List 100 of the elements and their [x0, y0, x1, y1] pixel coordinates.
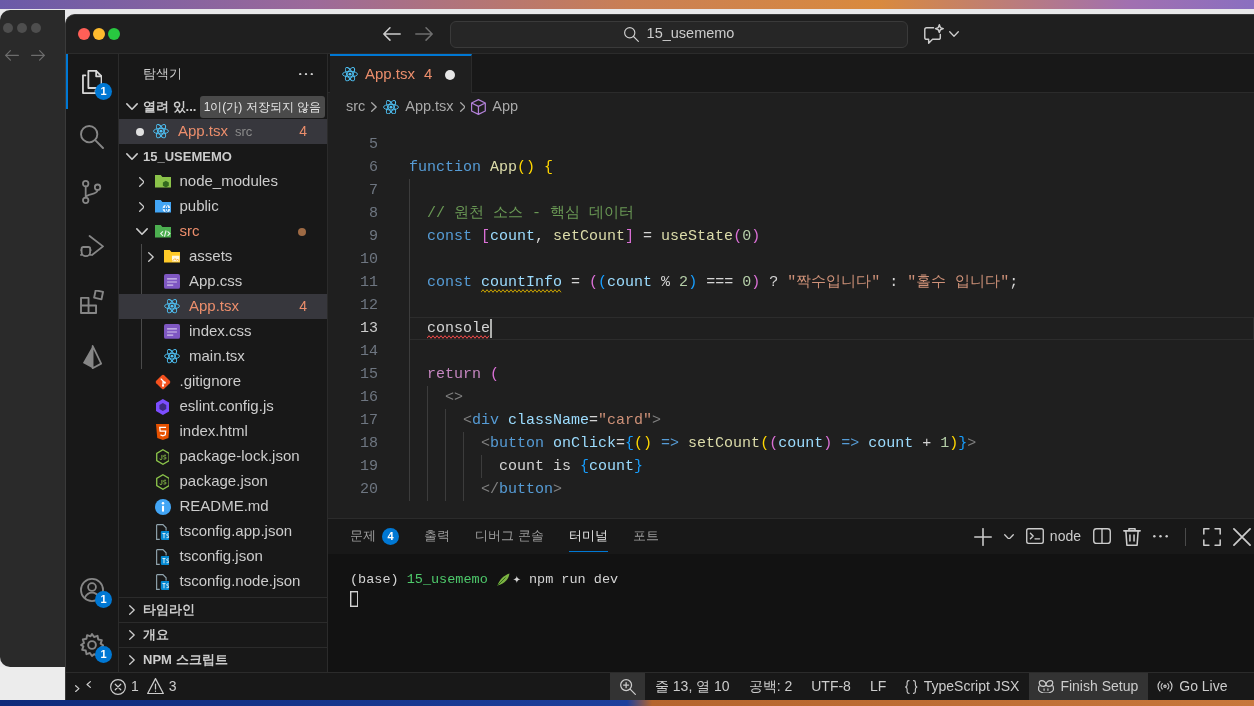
open-editor-item[interactable]: App.tsx src 4 [119, 119, 327, 144]
status-item[interactable]: 공백: 2 [739, 673, 802, 700]
tree-item[interactable]: App.tsx 4 [119, 294, 327, 319]
close-icon [1233, 527, 1251, 546]
status-item[interactable]: Go Live [1147, 673, 1237, 700]
terminal-button[interactable]: node [1024, 526, 1082, 547]
notification-badge: 1 [95, 83, 112, 100]
breadcrumb-item[interactable]: src [346, 96, 366, 118]
breadcrumb-item[interactable]: App [471, 96, 519, 118]
status-item[interactable]: UTF-8 [801, 673, 861, 700]
tree-item[interactable]: index.css [119, 319, 327, 344]
line-number: 15 [359, 365, 378, 385]
zoom-window-button[interactable] [108, 28, 120, 40]
tree-item[interactable]: README.md [119, 494, 327, 519]
chat-button[interactable] [924, 24, 959, 44]
forward-arrow-icon [31, 50, 45, 61]
tree-item[interactable]: tsconfig.json [119, 544, 327, 569]
file-icon [155, 548, 170, 565]
plus-icon [973, 527, 992, 546]
tree-item[interactable]: src [119, 219, 327, 244]
more-icon [299, 72, 313, 76]
remote-icon [75, 680, 91, 693]
atom-icon [164, 299, 180, 314]
line-number: 19 [359, 457, 378, 477]
back-button[interactable] [383, 27, 401, 41]
blocks-icon [80, 289, 104, 314]
editor-tab[interactable]: App.tsx 4 [330, 54, 473, 93]
tree-item[interactable]: App.css [119, 269, 327, 294]
tree-item[interactable]: package.json [119, 469, 327, 494]
leaf-icon [496, 573, 510, 586]
activity-button[interactable]: 1 [66, 617, 118, 672]
more-button[interactable] [1152, 535, 1169, 538]
zoom-in-icon [619, 678, 636, 695]
forward-button[interactable] [415, 27, 433, 41]
split-icon [1093, 528, 1111, 545]
problems-button[interactable]: 1 3 [100, 673, 187, 700]
hexagon-outline-icon [155, 473, 170, 490]
tree-item[interactable]: tsconfig.app.json [119, 519, 327, 544]
line-number: 18 [359, 434, 378, 454]
error-icon [110, 678, 126, 695]
tree-item[interactable]: node_modules [119, 169, 327, 194]
tree-item[interactable]: assets [119, 244, 327, 269]
atom-icon [164, 349, 180, 364]
status-item[interactable]: TypeScript JSX [895, 673, 1029, 700]
chat-sparkle-icon [924, 24, 944, 44]
tree-item[interactable]: public [119, 194, 327, 219]
section-header[interactable]: 개요 [119, 622, 327, 647]
tree-item[interactable]: package-lock.json [119, 444, 327, 469]
files-icon [81, 69, 103, 94]
command-center[interactable]: 15_usememo [450, 20, 908, 48]
status-item[interactable]: LF [860, 673, 896, 700]
warning-icon [146, 678, 164, 695]
folder-icon [154, 225, 171, 238]
atom-icon [383, 99, 400, 115]
line-number: 16 [359, 388, 378, 408]
notification-badge: 1 [95, 591, 112, 608]
unsaved-badge: 1이(가) 저장되지 않음 [199, 95, 325, 118]
panel-tab[interactable]: 문제 4 [350, 521, 399, 552]
code-line: <> [445, 388, 463, 408]
code-line: const [count, setCount] = useState(0) [427, 227, 761, 247]
folder-icon [164, 250, 180, 263]
close-window-button[interactable] [78, 28, 90, 40]
activity-button[interactable]: 1 [66, 562, 118, 617]
tree-item[interactable]: .gitignore [119, 369, 327, 394]
section-header[interactable]: 열려 있... 1이(가) 저장되지 않음 [119, 94, 327, 119]
panel-tab[interactable]: 출력 [424, 521, 450, 552]
split-button[interactable] [1092, 528, 1112, 545]
info-icon [154, 498, 171, 515]
line-number: 20 [359, 480, 378, 500]
terminal-text: ✦ npm run dev [512, 571, 619, 589]
dropdown-button[interactable] [1002, 533, 1015, 540]
status-item[interactable]: 줄 13, 열 10 [645, 673, 740, 700]
panel-tab[interactable]: 터미널 [568, 521, 608, 552]
tree-item[interactable]: tsconfig.node.json [119, 569, 327, 594]
status-item[interactable]: Finish Setup [1028, 673, 1148, 700]
line-number: 9 [368, 227, 378, 247]
line-number: 7 [368, 181, 378, 201]
panel-tab[interactable]: 디버그 콘솔 [475, 521, 544, 552]
more-button[interactable] [299, 72, 313, 76]
document-icon [164, 324, 180, 339]
hexagon-icon [155, 398, 170, 415]
code-line: console [427, 319, 490, 339]
count-badge: 4 [382, 527, 399, 545]
section-header[interactable]: 15_USEMEMO [119, 144, 327, 169]
tree-item[interactable]: main.tsx [119, 344, 327, 369]
tree-item[interactable]: eslint.config.js [119, 394, 327, 419]
add-button[interactable] [972, 527, 993, 546]
problem-count: 4 [299, 122, 307, 141]
zoom-button[interactable] [610, 673, 646, 700]
breadcrumb-item[interactable]: App.tsx [383, 96, 454, 118]
delete-button[interactable] [1122, 527, 1142, 546]
tree-item[interactable]: index.html [119, 419, 327, 444]
close-panel-button[interactable] [1232, 527, 1252, 546]
shield-icon [155, 423, 170, 440]
panel-tab[interactable]: 포트 [632, 521, 659, 552]
minimize-window-button[interactable] [93, 28, 105, 40]
search-icon [80, 124, 104, 149]
maximize-button[interactable] [1202, 527, 1222, 546]
robot-face-icon [1038, 679, 1055, 694]
section-header[interactable]: 타임라인 [119, 597, 327, 622]
